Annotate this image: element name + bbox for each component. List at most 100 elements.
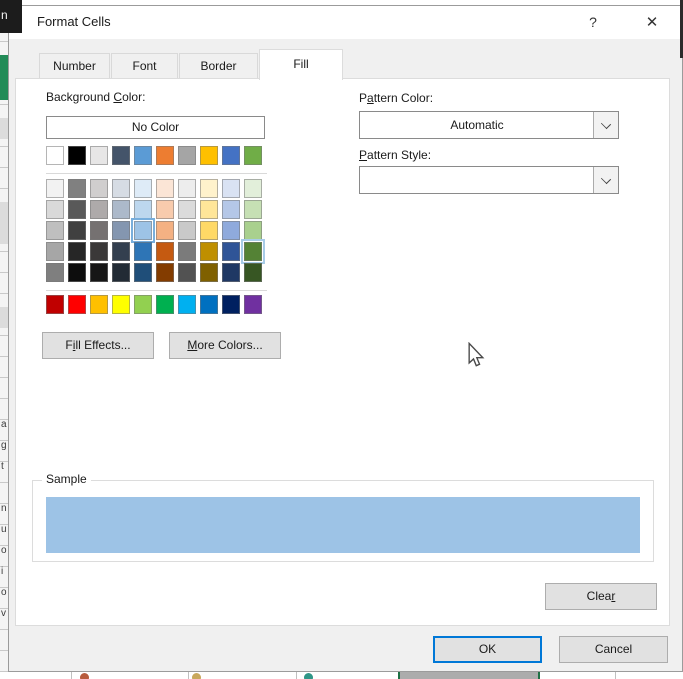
color-swatch[interactable]	[200, 179, 218, 198]
help-icon[interactable]: ?	[580, 10, 606, 35]
label-accel: P	[359, 148, 368, 162]
tab-number[interactable]: Number	[39, 53, 110, 79]
color-swatch[interactable]	[134, 295, 152, 314]
color-swatch[interactable]	[46, 179, 64, 198]
color-swatch[interactable]	[134, 146, 152, 165]
color-swatch[interactable]	[134, 242, 152, 261]
color-swatch[interactable]	[112, 242, 130, 261]
color-swatch[interactable]	[222, 295, 240, 314]
color-swatch[interactable]	[156, 242, 174, 261]
cancel-button[interactable]: Cancel	[559, 636, 668, 663]
color-swatch[interactable]	[178, 179, 196, 198]
color-swatch[interactable]	[90, 263, 108, 282]
format-cells-dialog: Format Cells ? ✕ Number Font Border Fill…	[8, 5, 683, 672]
color-swatch[interactable]	[112, 221, 130, 240]
tab-border[interactable]: Border	[179, 53, 258, 79]
color-swatch[interactable]	[241, 239, 265, 264]
color-swatch[interactable]	[178, 221, 196, 240]
fill-effects-button[interactable]: Fill Effects...	[42, 332, 154, 359]
color-swatch[interactable]	[134, 179, 152, 198]
color-swatch[interactable]	[244, 146, 262, 165]
color-swatch[interactable]	[200, 263, 218, 282]
label-text: Background	[46, 90, 114, 104]
color-swatch[interactable]	[156, 221, 174, 240]
color-swatch[interactable]	[200, 200, 218, 219]
color-swatch[interactable]	[222, 146, 240, 165]
color-swatch[interactable]	[46, 242, 64, 261]
no-color-button[interactable]: No Color	[46, 116, 265, 139]
color-swatch[interactable]	[112, 295, 130, 314]
color-swatch[interactable]	[178, 263, 196, 282]
color-swatch[interactable]	[90, 200, 108, 219]
color-swatch[interactable]	[200, 295, 218, 314]
label-accel: C	[113, 90, 123, 104]
color-swatch[interactable]	[90, 295, 108, 314]
gridline	[615, 672, 616, 679]
color-swatch[interactable]	[112, 179, 130, 198]
more-colors-button[interactable]: More Colors...	[169, 332, 281, 359]
color-swatch[interactable]	[46, 295, 64, 314]
color-swatch[interactable]	[46, 221, 64, 240]
color-swatch[interactable]	[222, 200, 240, 219]
color-swatch[interactable]	[222, 242, 240, 261]
color-swatch[interactable]	[222, 179, 240, 198]
color-swatch[interactable]	[46, 263, 64, 282]
ok-button[interactable]: OK	[433, 636, 542, 663]
tab-fill-active[interactable]: Fill	[259, 49, 343, 80]
mouse-cursor	[467, 341, 485, 371]
variant-row	[46, 218, 262, 243]
color-swatch[interactable]	[178, 146, 196, 165]
color-swatch[interactable]	[131, 218, 155, 243]
clear-button[interactable]: Clear	[545, 583, 657, 610]
color-swatch[interactable]	[178, 295, 196, 314]
color-swatch[interactable]	[178, 242, 196, 261]
color-swatch[interactable]	[222, 221, 240, 240]
color-swatch[interactable]	[112, 146, 130, 165]
color-swatch[interactable]	[68, 242, 86, 261]
color-swatch[interactable]	[200, 221, 218, 240]
sample-groupbox: Sample	[32, 472, 654, 562]
color-swatch[interactable]	[178, 200, 196, 219]
color-swatch[interactable]	[112, 263, 130, 282]
color-swatch[interactable]	[68, 263, 86, 282]
color-swatch[interactable]	[46, 146, 64, 165]
color-swatch[interactable]	[90, 146, 108, 165]
dropdown-arrow-button[interactable]	[593, 112, 618, 138]
color-swatch[interactable]	[244, 179, 262, 198]
variant-row	[46, 239, 265, 264]
color-swatch[interactable]	[156, 146, 174, 165]
dropdown-arrow-button[interactable]	[593, 167, 618, 193]
label-accel: M	[187, 338, 198, 352]
color-swatch[interactable]	[200, 242, 218, 261]
color-swatch[interactable]	[68, 200, 86, 219]
color-swatch[interactable]	[156, 263, 174, 282]
color-swatch[interactable]	[46, 200, 64, 219]
tab-font[interactable]: Font	[111, 53, 178, 79]
gridline	[188, 672, 189, 679]
color-swatch[interactable]	[156, 295, 174, 314]
color-swatch[interactable]	[222, 263, 240, 282]
color-swatch[interactable]	[68, 221, 86, 240]
color-swatch[interactable]	[244, 221, 262, 240]
color-swatch[interactable]	[68, 146, 86, 165]
title-bar[interactable]: Format Cells ? ✕	[9, 6, 682, 39]
pattern-color-dropdown[interactable]: Automatic	[359, 111, 619, 139]
color-swatch[interactable]	[200, 146, 218, 165]
pattern-color-value: Automatic	[450, 118, 504, 132]
color-swatch[interactable]	[134, 263, 152, 282]
color-swatch[interactable]	[134, 200, 152, 219]
close-icon[interactable]: ✕	[637, 10, 667, 35]
color-swatch[interactable]	[156, 179, 174, 198]
pattern-style-value	[360, 167, 594, 193]
color-swatch[interactable]	[68, 179, 86, 198]
color-swatch[interactable]	[112, 200, 130, 219]
color-swatch[interactable]	[68, 295, 86, 314]
color-swatch[interactable]	[90, 242, 108, 261]
color-swatch[interactable]	[244, 200, 262, 219]
color-swatch[interactable]	[244, 295, 262, 314]
color-swatch[interactable]	[90, 179, 108, 198]
pattern-style-dropdown[interactable]	[359, 166, 619, 194]
color-swatch[interactable]	[244, 263, 262, 282]
color-swatch[interactable]	[156, 200, 174, 219]
color-swatch[interactable]	[90, 221, 108, 240]
